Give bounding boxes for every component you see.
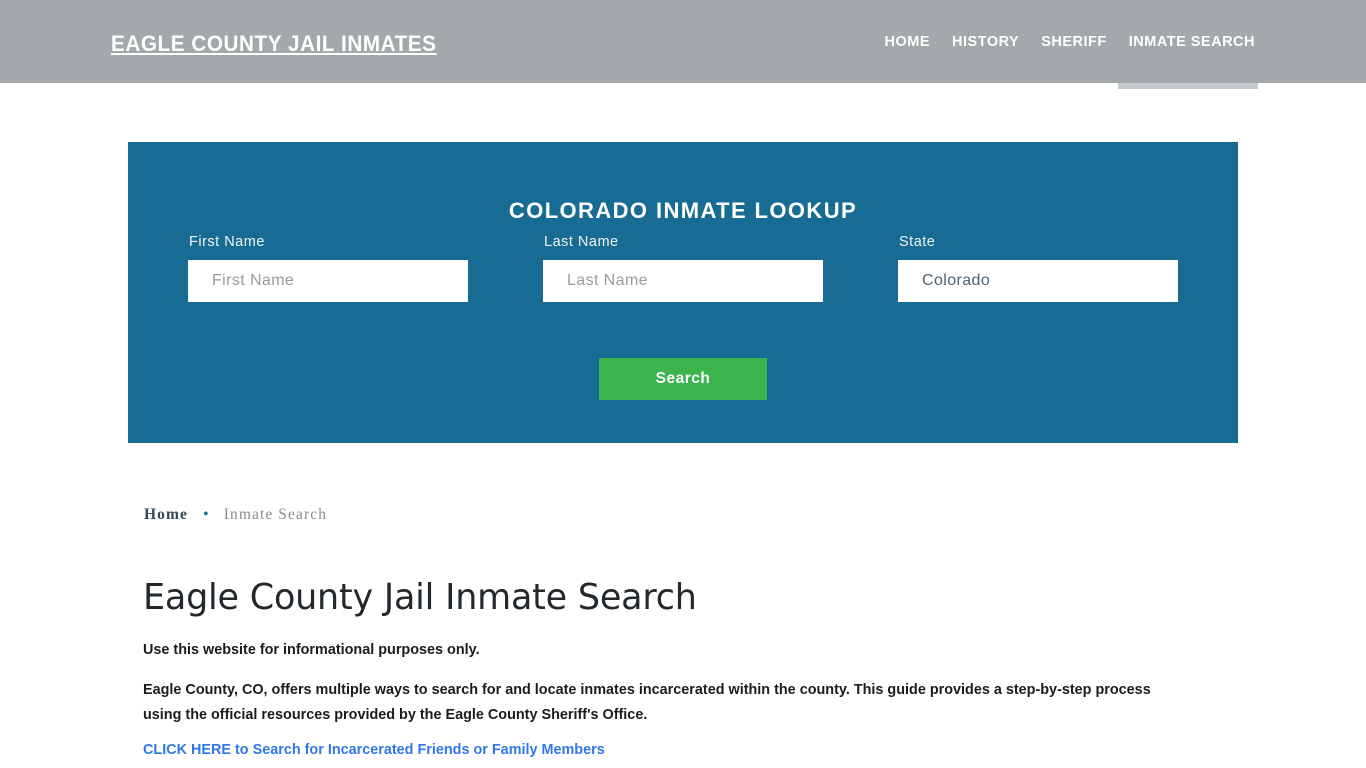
breadcrumb-separator-bullet-icon: •	[203, 506, 210, 523]
lead-paragraph: Use this website for informational purpo…	[143, 641, 480, 658]
last-name-label: Last Name	[544, 234, 619, 250]
field-group-first-name: First Name	[188, 234, 468, 302]
field-group-state: State	[898, 234, 1178, 302]
cta-search-link[interactable]: CLICK HERE to Search for Incarcerated Fr…	[143, 741, 605, 758]
breadcrumb-item-current: Inmate Search	[223, 506, 328, 523]
nav-item-sheriff[interactable]: SHERIFF	[1030, 0, 1118, 83]
primary-navigation: HOME HISTORY SHERIFF INMATE SEARCH	[874, 0, 1259, 89]
first-name-label: First Name	[189, 234, 265, 250]
nav-item-home[interactable]: HOME	[874, 0, 942, 83]
nav-item-history[interactable]: HISTORY	[941, 0, 1030, 83]
field-group-last-name: Last Name	[543, 234, 823, 302]
panel-title: COLORADO INMATE LOOKUP	[508, 198, 858, 224]
inmate-lookup-panel: COLORADO INMATE LOOKUP First Name Last N…	[128, 142, 1238, 443]
search-button[interactable]: Search	[599, 358, 767, 400]
search-field-row: First Name Last Name State	[128, 234, 1238, 304]
breadcrumb: Home • Inmate Search	[144, 506, 327, 524]
page-title: Eagle County Jail Inmate Search	[143, 577, 697, 618]
first-name-input[interactable]	[188, 260, 468, 302]
last-name-input[interactable]	[543, 260, 823, 302]
state-label: State	[899, 234, 936, 250]
state-input[interactable]	[898, 260, 1178, 302]
breadcrumb-item-home[interactable]: Home	[144, 506, 188, 524]
site-header: EAGLE COUNTY JAIL INMATES HOME HISTORY S…	[0, 0, 1366, 89]
nav-item-inmate-search[interactable]: INMATE SEARCH	[1117, 0, 1259, 89]
body-paragraph: Eagle County, CO, offers multiple ways t…	[143, 681, 1151, 723]
site-brand-logo[interactable]: EAGLE COUNTY JAIL INMATES	[111, 31, 436, 57]
